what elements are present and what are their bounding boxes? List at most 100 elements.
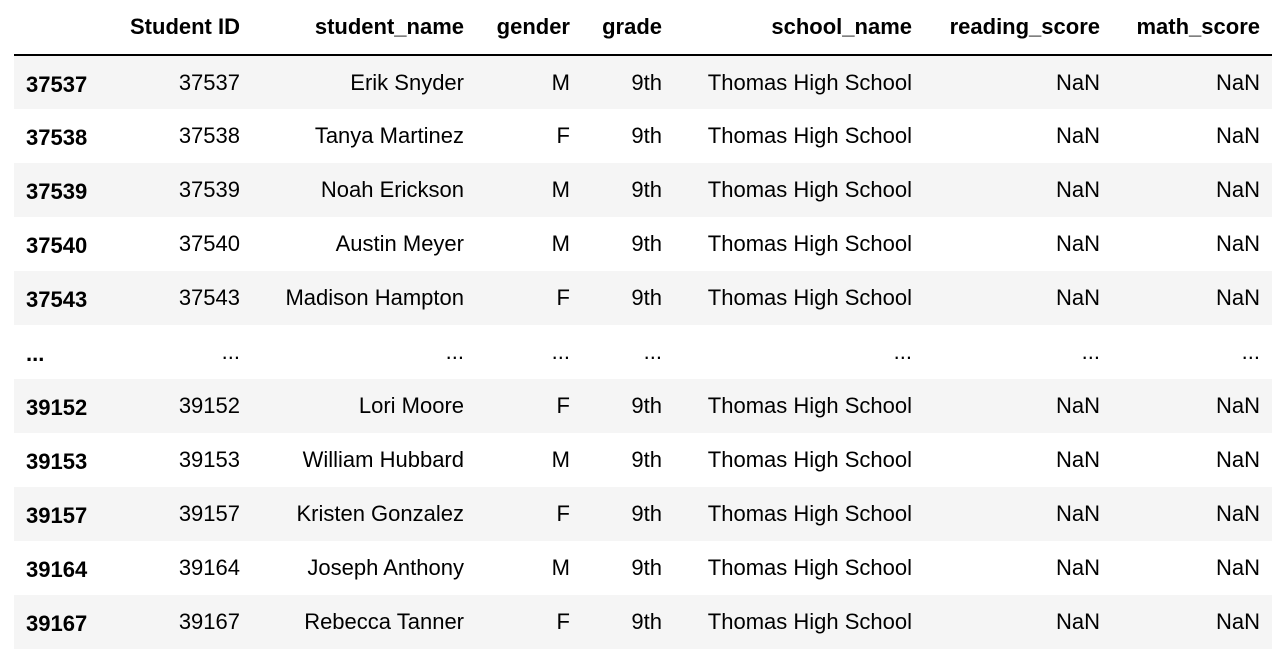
row-index: 37543 <box>26 287 88 312</box>
grade-cell: 9th <box>631 501 662 526</box>
student-name-cell: Kristen Gonzalez <box>296 501 464 526</box>
student-name-cell: Joseph Anthony <box>307 555 464 580</box>
student-name-cell: Tanya Martinez <box>314 123 464 148</box>
math-score-cell: NaN <box>1215 501 1260 526</box>
gender-cell: F <box>556 609 570 634</box>
reading-score-cell: NaN <box>1055 393 1100 418</box>
table-row: 39167 39167 Rebecca Tanner F 9th Thomas High … <box>14 595 1272 649</box>
grade-cell: ... <box>643 339 662 364</box>
table-row: 37538 37538 Tanya Martinez F 9th Thomas High … <box>14 109 1272 163</box>
math-score-cell: NaN <box>1215 393 1260 418</box>
table-row: 37540 37540 Austin Meyer M 9th Thomas High Sc… <box>14 217 1272 271</box>
student-id-cell: ... <box>221 339 240 364</box>
student-name-cell: ... <box>445 339 464 364</box>
math-score-cell: NaN <box>1215 177 1260 202</box>
student-id-cell: 37539 <box>178 177 240 202</box>
gender-cell: F <box>556 393 570 418</box>
gender-cell: F <box>556 501 570 526</box>
math-score-cell: NaN <box>1215 123 1260 148</box>
grade-cell: 9th <box>631 609 662 634</box>
column-header-gender: gender <box>476 0 582 56</box>
column-header-reading-score: reading_score <box>924 0 1112 56</box>
table-row: 37537 37537 Erik Snyder M 9th Thomas High Sch… <box>14 55 1272 109</box>
student-id-cell: 39164 <box>178 555 240 580</box>
math-score-cell: NaN <box>1215 69 1260 95</box>
dataframe-table: Student ID student_name gender grade sch… <box>14 0 1272 649</box>
grade-cell: 9th <box>631 123 662 148</box>
header-row: Student ID student_name gender grade sch… <box>14 0 1272 56</box>
ellipsis-row: ........................ <box>14 325 1272 379</box>
column-header-student-name: student_name <box>252 0 476 56</box>
column-header-student-id: Student ID <box>106 0 252 56</box>
table-body: 37537 37537 Erik Snyder M 9th Thomas High Sch… <box>14 55 1272 649</box>
grade-cell: 9th <box>631 285 662 310</box>
table-row: 39157 39157 Kristen Gonzalez F 9th Thomas Hig… <box>14 487 1272 541</box>
school-name-cell: ... <box>893 339 912 364</box>
student-id-cell: 37540 <box>178 231 240 256</box>
reading-score-cell: NaN <box>1055 123 1100 148</box>
row-index: 37537 <box>26 71 88 97</box>
gender-cell: ... <box>551 339 570 364</box>
student-name-cell: Lori Moore <box>358 393 464 418</box>
grade-cell: 9th <box>631 69 662 95</box>
reading-score-cell: NaN <box>1055 555 1100 580</box>
table-row: 37539 37539 Noah Erickson M 9th Thomas High S… <box>14 163 1272 217</box>
reading-score-cell: NaN <box>1055 285 1100 310</box>
gender-cell: F <box>556 285 570 310</box>
row-index: 39152 <box>26 395 88 420</box>
reading-score-cell: NaN <box>1055 231 1100 256</box>
school-name-cell: Thomas High School <box>707 447 912 472</box>
grade-cell: 9th <box>631 555 662 580</box>
school-name-cell: Thomas High School <box>707 609 912 634</box>
table-header: Student ID student_name gender grade sch… <box>14 0 1272 56</box>
school-name-cell: Thomas High School <box>707 393 912 418</box>
reading-score-cell: NaN <box>1055 447 1100 472</box>
student-name-cell: Noah Erickson <box>320 177 464 202</box>
row-index: 37538 <box>26 125 88 150</box>
school-name-cell: Thomas High School <box>707 177 912 202</box>
student-id-cell: 39152 <box>178 393 240 418</box>
student-name-cell: Erik Snyder <box>350 69 464 95</box>
gender-cell: M <box>551 69 570 95</box>
grade-cell: 9th <box>631 447 662 472</box>
school-name-cell: Thomas High School <box>707 123 912 148</box>
row-index: 37539 <box>26 179 88 204</box>
student-id-cell: 37537 <box>178 69 240 95</box>
math-score-cell: NaN <box>1215 555 1260 580</box>
dataframe-output: Student ID student_name gender grade sch… <box>14 0 1272 649</box>
table-row: 39152 39152 Lori Moore F 9th Thomas High Scho… <box>14 379 1272 433</box>
grade-cell: 9th <box>631 231 662 256</box>
grade-cell: 9th <box>631 177 662 202</box>
student-name-cell: Madison Hampton <box>285 285 464 310</box>
school-name-cell: Thomas High School <box>707 555 912 580</box>
row-index: 39167 <box>26 611 88 636</box>
math-score-cell: ... <box>1241 339 1260 364</box>
row-index: 37540 <box>26 233 88 258</box>
student-name-cell: Rebecca Tanner <box>304 609 464 634</box>
student-id-cell: 39167 <box>178 609 240 634</box>
reading-score-cell: NaN <box>1055 501 1100 526</box>
row-index: 39153 <box>26 449 88 474</box>
gender-cell: M <box>551 447 570 472</box>
table-row: 39164 39164 Joseph Anthony M 9th Thomas High … <box>14 541 1272 595</box>
gender-cell: F <box>556 123 570 148</box>
school-name-cell: Thomas High School <box>707 69 912 95</box>
student-id-cell: 37538 <box>178 123 240 148</box>
math-score-cell: NaN <box>1215 231 1260 256</box>
row-index: ... <box>26 341 45 366</box>
student-id-cell: 39157 <box>178 501 240 526</box>
table-row: 39153 39153 William Hubbard M 9th Thomas High… <box>14 433 1272 487</box>
grade-cell: 9th <box>631 393 662 418</box>
student-id-cell: 39153 <box>178 447 240 472</box>
column-header-school-name: school_name <box>674 0 924 56</box>
reading-score-cell: NaN <box>1055 609 1100 634</box>
column-header-grade: grade <box>582 0 674 56</box>
student-name-cell: William Hubbard <box>302 447 464 472</box>
reading-score-cell: ... <box>1081 339 1100 364</box>
school-name-cell: Thomas High School <box>707 285 912 310</box>
student-id-cell: 37543 <box>178 285 240 310</box>
school-name-cell: Thomas High School <box>707 231 912 256</box>
column-header-index <box>14 0 106 56</box>
table-row: 37543 37543 Madison Hampton F 9th Thomas High… <box>14 271 1272 325</box>
reading-score-cell: NaN <box>1055 69 1100 95</box>
